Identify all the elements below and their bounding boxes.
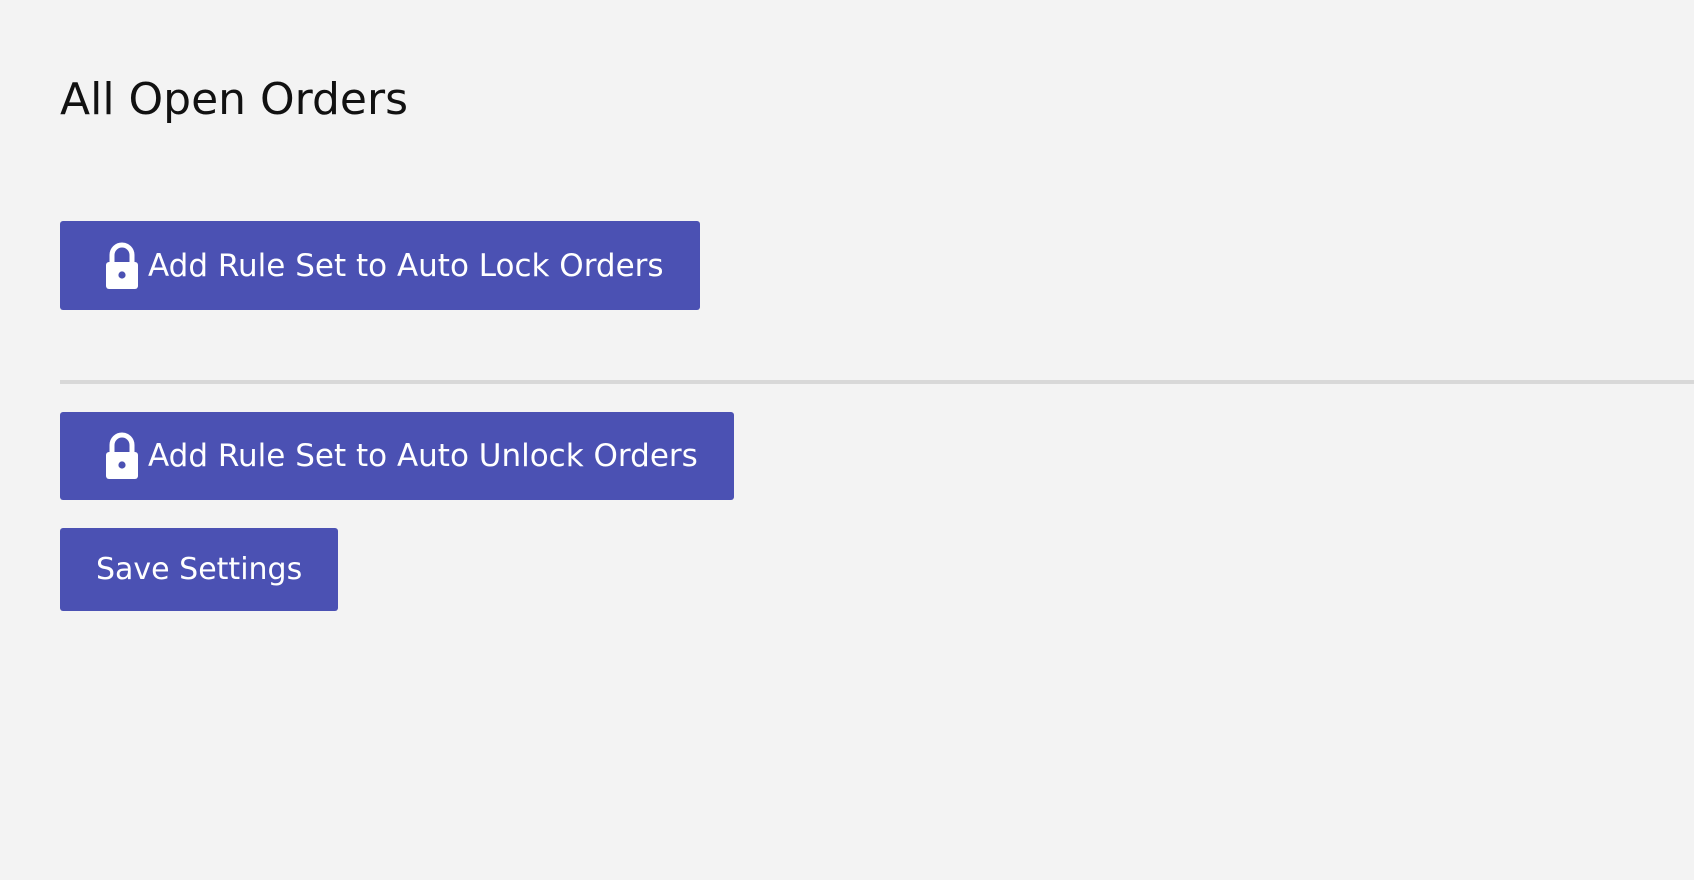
add-auto-unlock-rule-label: Add Rule Set to Auto Unlock Orders <box>148 438 698 474</box>
add-auto-lock-rule-button[interactable]: Add Rule Set to Auto Lock Orders <box>60 221 700 310</box>
unlock-icon <box>102 431 142 481</box>
add-auto-unlock-rule-button[interactable]: Add Rule Set to Auto Unlock Orders <box>60 412 734 500</box>
add-auto-lock-rule-label: Add Rule Set to Auto Lock Orders <box>148 247 664 284</box>
save-settings-button[interactable]: Save Settings <box>60 528 339 611</box>
lock-icon <box>102 241 142 291</box>
section-divider <box>60 380 1694 384</box>
page-title: All Open Orders <box>60 74 409 125</box>
